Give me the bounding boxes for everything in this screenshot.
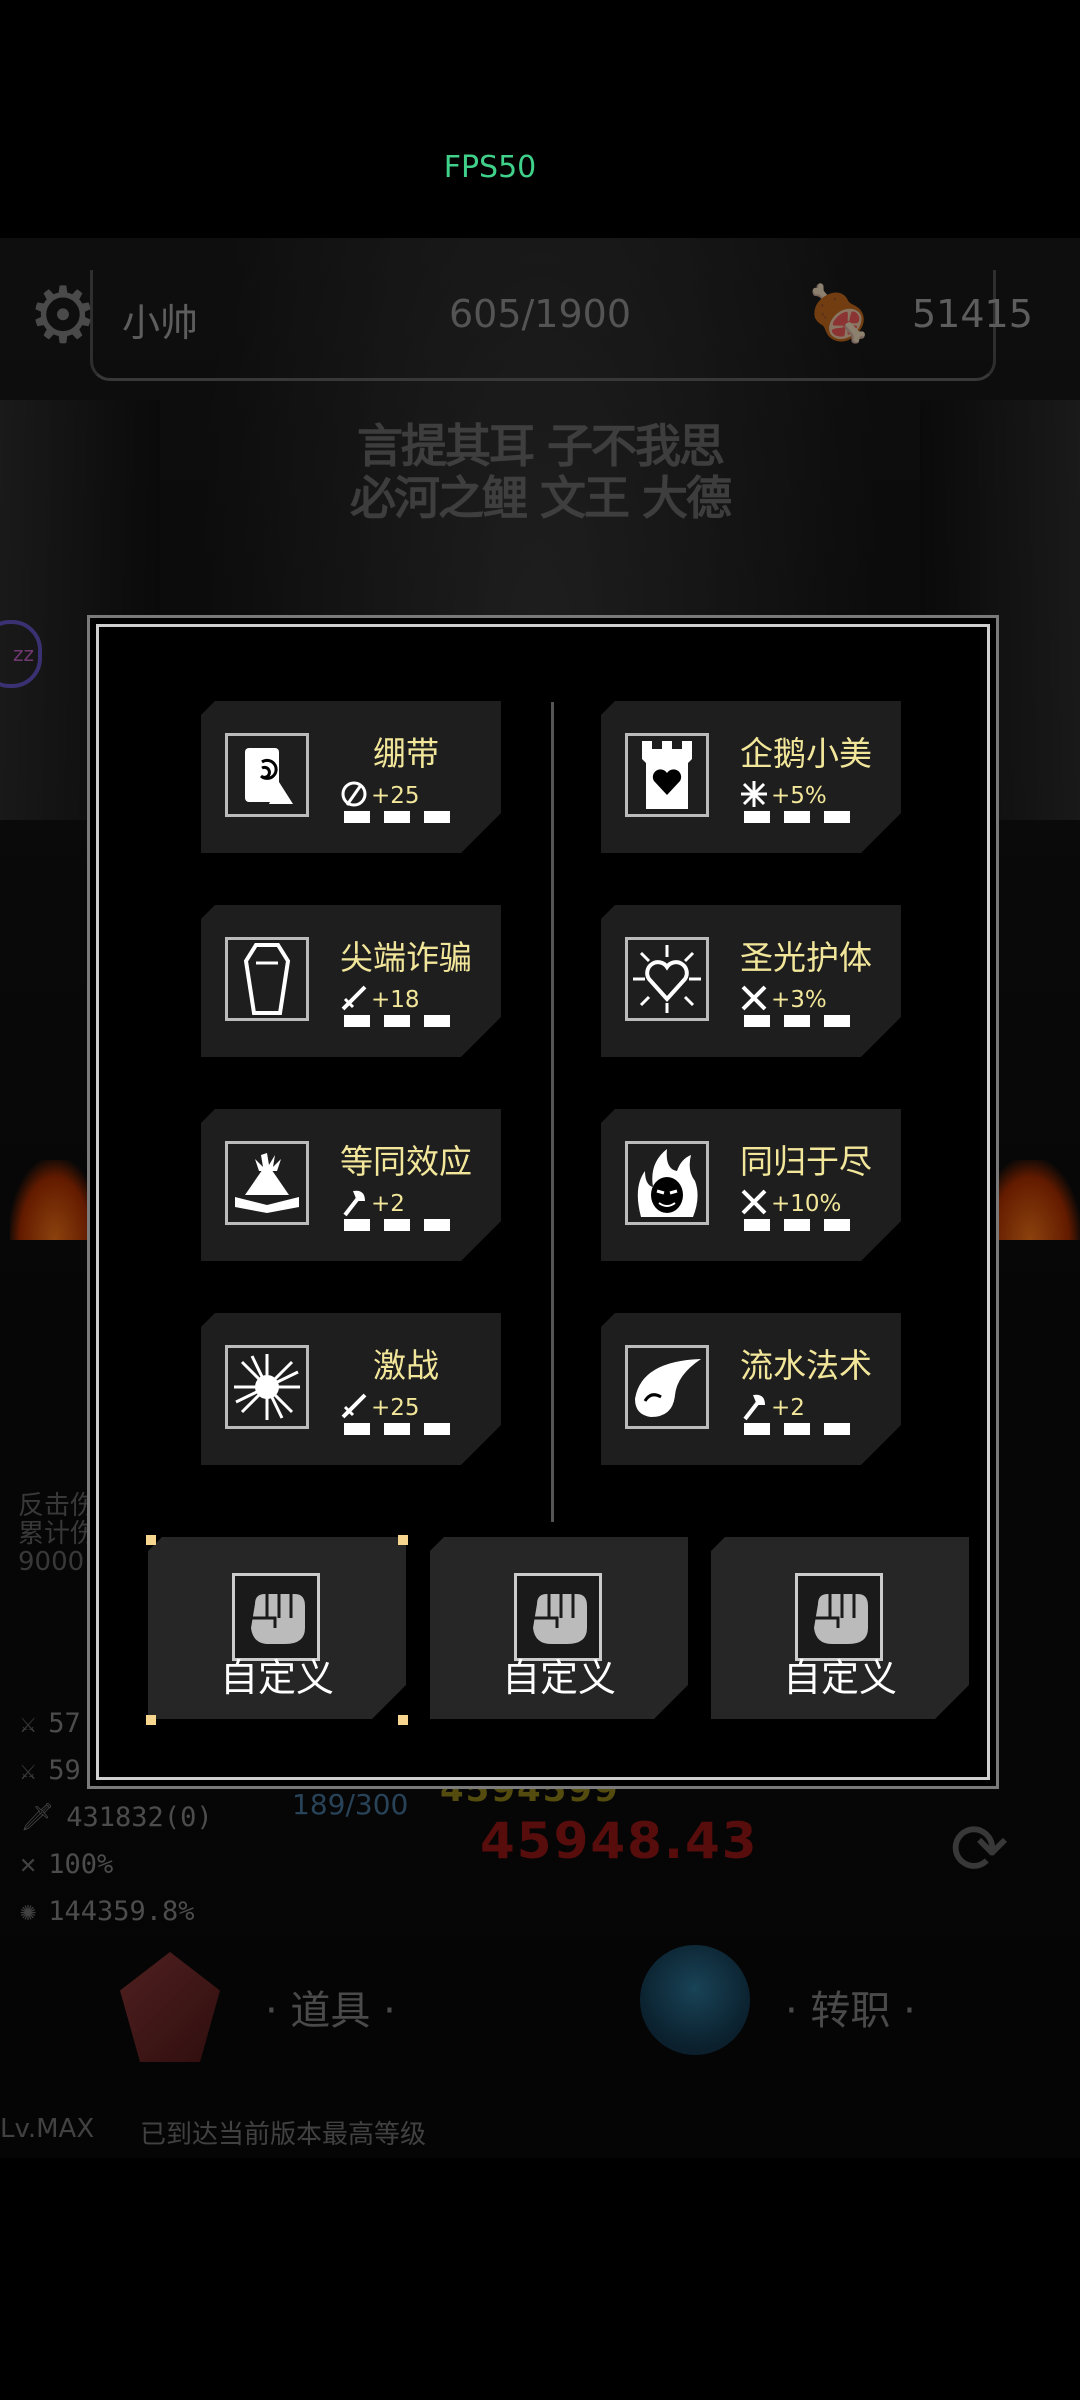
skill-stat-value: +10% (771, 1191, 842, 1217)
level-dots (344, 1423, 464, 1435)
custom-slot-1[interactable]: 自定义 (148, 1537, 406, 1719)
cross-swords-icon (739, 983, 769, 1013)
custom-slot-2[interactable]: 自定义 (430, 1537, 688, 1719)
skill-stat: +25 (339, 1391, 420, 1421)
skill-name: 同归于尽 (740, 1142, 872, 1181)
skill-card[interactable]: 激战 +25 (201, 1313, 501, 1465)
flame-face-icon (625, 1141, 709, 1225)
level-dots (744, 811, 864, 823)
skill-card[interactable]: 绷带 +25 (201, 701, 501, 853)
skill-stat-value: +25 (371, 1395, 420, 1421)
level-dots (344, 811, 464, 823)
skill-stat: +2 (739, 1391, 805, 1421)
skill-stat: +18 (339, 983, 420, 1013)
skill-stat-value: +18 (371, 987, 420, 1013)
skill-card[interactable]: 圣光护体 +3% (601, 905, 901, 1057)
skill-card[interactable]: 等同效应 +2 (201, 1109, 501, 1261)
selection-handle (146, 1715, 156, 1725)
skill-stat: +3% (739, 983, 827, 1013)
selection-handle (398, 1715, 408, 1725)
skill-name: 激战 (373, 1346, 439, 1385)
skill-name: 绷带 (373, 734, 439, 773)
skill-name: 企鹅小美 (740, 734, 872, 773)
selection-handle (398, 1535, 408, 1545)
tower-heart-icon (625, 733, 709, 817)
level-dots (744, 1015, 864, 1027)
skill-stat-value: +25 (371, 783, 420, 809)
coffin-icon (225, 937, 309, 1021)
burst-icon (225, 1345, 309, 1429)
crit-icon (739, 779, 769, 809)
axe-icon (339, 1187, 369, 1217)
skill-stat: +5% (739, 779, 827, 809)
skill-name: 流水法术 (740, 1346, 872, 1385)
sword-icon (339, 983, 369, 1013)
level-dots (744, 1219, 864, 1231)
custom-slot-label: 自定义 (782, 1656, 897, 1700)
wave-icon (625, 1345, 709, 1429)
custom-slot-3[interactable]: 自定义 (711, 1537, 969, 1719)
skill-card[interactable]: 企鹅小美 +5% (601, 701, 901, 853)
skill-stat: +10% (739, 1187, 841, 1217)
sword-icon (339, 1391, 369, 1421)
column-divider (551, 702, 554, 1522)
skill-card[interactable]: 同归于尽 +10% (601, 1109, 901, 1261)
level-dots (744, 1423, 864, 1435)
book-icon (225, 1141, 309, 1225)
fps-counter: FPS50 (443, 150, 537, 185)
selection-handle (146, 1535, 156, 1545)
skill-card[interactable]: 尖端诈骗 +18 (201, 905, 501, 1057)
skill-name: 尖端诈骗 (340, 938, 472, 977)
radiant-heart-icon (625, 937, 709, 1021)
skill-stat: +2 (339, 1187, 405, 1217)
skill-card[interactable]: 流水法术 +2 (601, 1313, 901, 1465)
cross-swords-icon (739, 1187, 769, 1217)
skill-name: 圣光护体 (740, 938, 872, 977)
bandage-icon (225, 733, 309, 817)
skill-stat-value: +3% (771, 987, 827, 1013)
skill-name: 等同效应 (340, 1142, 472, 1181)
level-dots (344, 1219, 464, 1231)
heal-icon (339, 779, 369, 809)
custom-slot-label: 自定义 (501, 1656, 616, 1700)
skill-stat: +25 (339, 779, 420, 809)
level-dots (344, 1015, 464, 1027)
skill-stat-value: +5% (771, 783, 827, 809)
skill-stat-value: +2 (371, 1191, 405, 1217)
skill-stat-value: +2 (771, 1395, 805, 1421)
custom-slot-label: 自定义 (219, 1656, 334, 1700)
axe-icon (739, 1391, 769, 1421)
